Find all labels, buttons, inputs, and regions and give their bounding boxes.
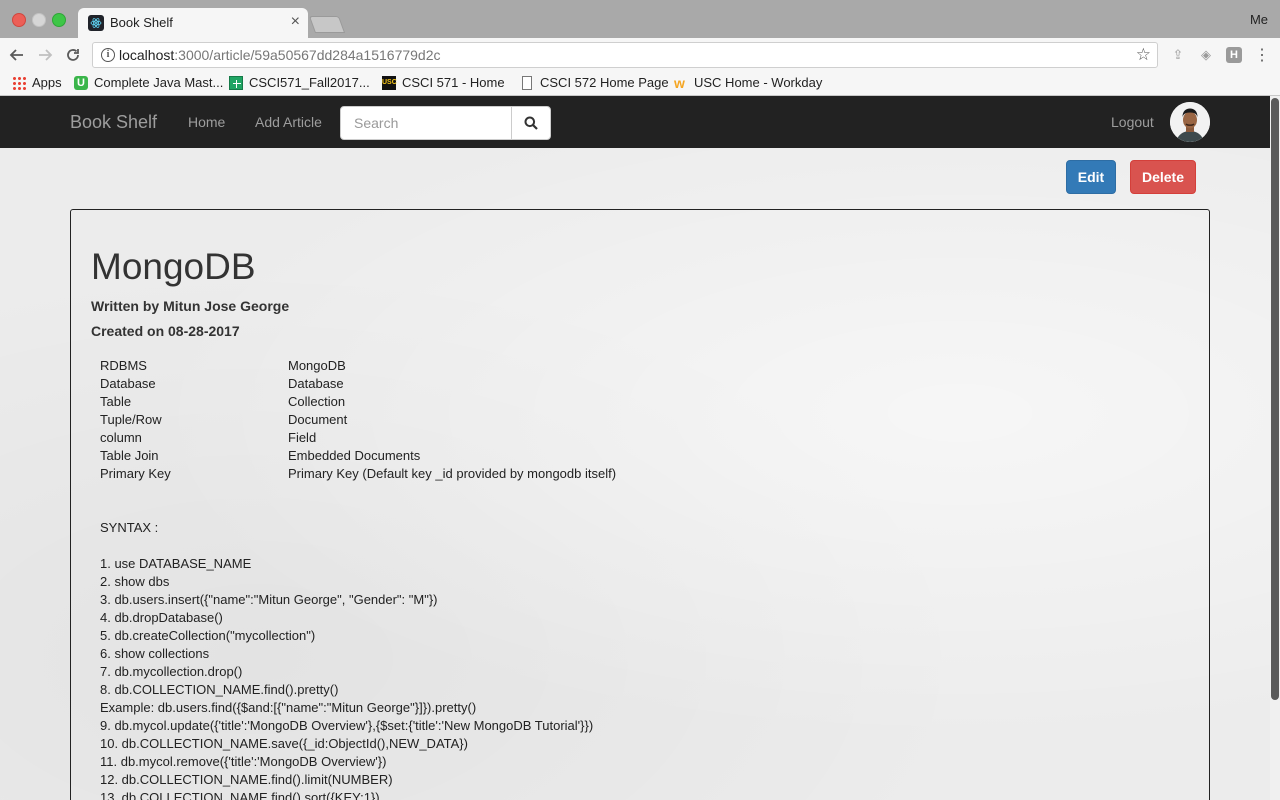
list-item: 5. db.createCollection("mycollection") xyxy=(100,628,316,643)
bookmark-usc-workday[interactable]: w USC Home - Workday xyxy=(674,75,822,90)
rdbms-term-cell: Database xyxy=(100,376,156,391)
rdbms-term-cell: Table xyxy=(100,394,132,409)
table-row: RDBMS MongoDB xyxy=(100,357,616,375)
back-arrow-icon[interactable] xyxy=(6,44,28,66)
close-window-button[interactable] xyxy=(12,13,26,27)
list-item: 7. db.mycollection.drop() xyxy=(100,664,243,679)
search-button[interactable] xyxy=(511,106,551,140)
profile-button[interactable]: Me xyxy=(1250,12,1268,27)
usc-icon: USC xyxy=(382,75,397,90)
article-card: MongoDB Written by Mitun Jose George Cre… xyxy=(70,209,1210,800)
mongodb-term-cell: Database xyxy=(288,376,344,391)
mongodb-term-cell: Embedded Documents xyxy=(288,448,421,463)
maximize-window-button[interactable] xyxy=(52,13,66,27)
nav-add-article-link[interactable]: Add Article xyxy=(255,114,322,130)
tab-title: Book Shelf xyxy=(110,15,173,30)
rdbms-term-cell: RDBMS xyxy=(100,358,147,373)
browser-menu-icon[interactable]: ⋮ xyxy=(1254,45,1270,65)
apps-grid-icon xyxy=(12,75,26,90)
table-row: Table Collection xyxy=(100,393,616,411)
browser-tab-active[interactable]: Book Shelf × xyxy=(78,8,308,38)
sheets-icon xyxy=(229,75,243,90)
syntax-label: SYNTAX : xyxy=(100,520,159,535)
list-item: 11. db.mycol.remove({'title':'MongoDB Ov… xyxy=(100,754,387,769)
bookmarks-bar: Apps U Complete Java Mast... CSCI571_Fal… xyxy=(0,72,1280,96)
mongodb-term-cell: Collection xyxy=(288,394,346,409)
list-item: 3. db.users.insert({"name":"Mitun George… xyxy=(100,592,438,607)
page-viewport: Book Shelf Home Add Article Logout Edit … xyxy=(0,96,1280,800)
brand-link[interactable]: Book Shelf xyxy=(70,112,157,133)
info-icon[interactable]: i xyxy=(101,48,115,62)
dropbox-icon[interactable]: ◈ xyxy=(1198,47,1214,63)
article-author: Written by Mitun Jose George xyxy=(91,298,290,314)
app-navbar: Book Shelf Home Add Article Logout xyxy=(0,96,1270,148)
browser-tab-strip: Book Shelf × Me xyxy=(0,0,1280,38)
document-icon xyxy=(522,75,532,90)
workday-icon: w xyxy=(674,74,685,91)
bookmark-csci571-home[interactable]: USC CSCI 571 - Home xyxy=(382,75,505,90)
bookmark-csci571-sheet[interactable]: CSCI571_Fall2017... xyxy=(229,75,370,90)
table-row: column Field xyxy=(100,429,616,447)
mongodb-term-cell: Primary Key (Default key _id provided by… xyxy=(288,466,617,481)
nav-home-link[interactable]: Home xyxy=(188,114,225,130)
list-item: 2. show dbs xyxy=(100,574,170,589)
list-item: 9. db.mycol.update({'title':'MongoDB Ove… xyxy=(100,718,594,733)
list-item: Example: db.users.find({$and:[{"name":"M… xyxy=(100,700,477,715)
bookmark-apps[interactable]: Apps xyxy=(12,75,62,90)
extension-upload-icon[interactable]: ⇪ xyxy=(1170,47,1186,63)
list-item: 6. show collections xyxy=(100,646,210,661)
page-scrollbar[interactable] xyxy=(1270,96,1280,800)
list-item: 10. db.COLLECTION_NAME.save({_id:ObjectI… xyxy=(100,736,468,751)
table-row: Primary Key Primary Key (Default key _id … xyxy=(100,465,616,483)
list-item: 8. db.COLLECTION_NAME.find().pretty() xyxy=(100,682,339,697)
list-item: 12. db.COLLECTION_NAME.find().limit(NUMB… xyxy=(100,772,393,787)
mongodb-term-cell: MongoDB xyxy=(288,358,346,373)
comparison-table: RDBMS MongoDB Database Database Table Collect… xyxy=(100,357,616,483)
logout-link[interactable]: Logout xyxy=(1111,114,1154,130)
list-item: 1. use DATABASE_NAME xyxy=(100,556,252,571)
new-tab-button[interactable] xyxy=(308,16,346,33)
close-tab-icon[interactable]: × xyxy=(291,13,300,31)
bookmark-csci572-home[interactable]: CSCI 572 Home Page xyxy=(520,75,669,90)
user-avatar[interactable] xyxy=(1170,102,1210,142)
bookmark-java-course[interactable]: U Complete Java Mast... xyxy=(74,75,223,90)
mongodb-term-cell: Field xyxy=(288,430,317,445)
article-date: Created on 08-28-2017 xyxy=(91,323,240,339)
mongodb-term-cell: Document xyxy=(288,412,348,427)
udemy-icon: U xyxy=(74,75,88,90)
address-bar[interactable]: i localhost:3000/article/59a50567dd284a1… xyxy=(92,42,1158,68)
reload-icon[interactable] xyxy=(62,44,84,66)
scrollbar-thumb[interactable] xyxy=(1271,98,1279,700)
article-title: MongoDB xyxy=(91,246,256,287)
react-icon xyxy=(88,15,104,31)
delete-button[interactable]: Delete xyxy=(1130,160,1196,194)
forward-arrow-icon[interactable] xyxy=(34,44,56,66)
rdbms-term-cell: column xyxy=(100,430,142,445)
edit-button[interactable]: Edit xyxy=(1066,160,1116,194)
search-input[interactable] xyxy=(352,107,506,139)
list-item: 13. db.COLLECTION_NAME.find().sort({KEY:… xyxy=(100,790,380,800)
table-row: Table Join Embedded Documents xyxy=(100,447,616,465)
table-row: Tuple/Row Document xyxy=(100,411,616,429)
rdbms-term-cell: Primary Key xyxy=(100,466,171,481)
table-row: Database Database xyxy=(100,375,616,393)
command-list: 1. use DATABASE_NAME 2. show dbs 3. db.use… xyxy=(100,555,593,800)
search-icon xyxy=(524,116,538,130)
extension-h-icon[interactable]: H xyxy=(1226,47,1242,63)
minimize-window-button[interactable] xyxy=(32,13,46,27)
rdbms-term-cell: Tuple/Row xyxy=(100,412,162,427)
browser-toolbar: i localhost:3000/article/59a50567dd284a1… xyxy=(0,38,1280,72)
rdbms-term-cell: Table Join xyxy=(100,448,159,463)
search-field xyxy=(340,106,512,140)
bookmark-star-icon[interactable]: ☆ xyxy=(1136,45,1151,65)
url-text[interactable]: localhost:3000/article/59a50567dd284a151… xyxy=(119,47,441,63)
list-item: 4. db.dropDatabase() xyxy=(100,610,223,625)
